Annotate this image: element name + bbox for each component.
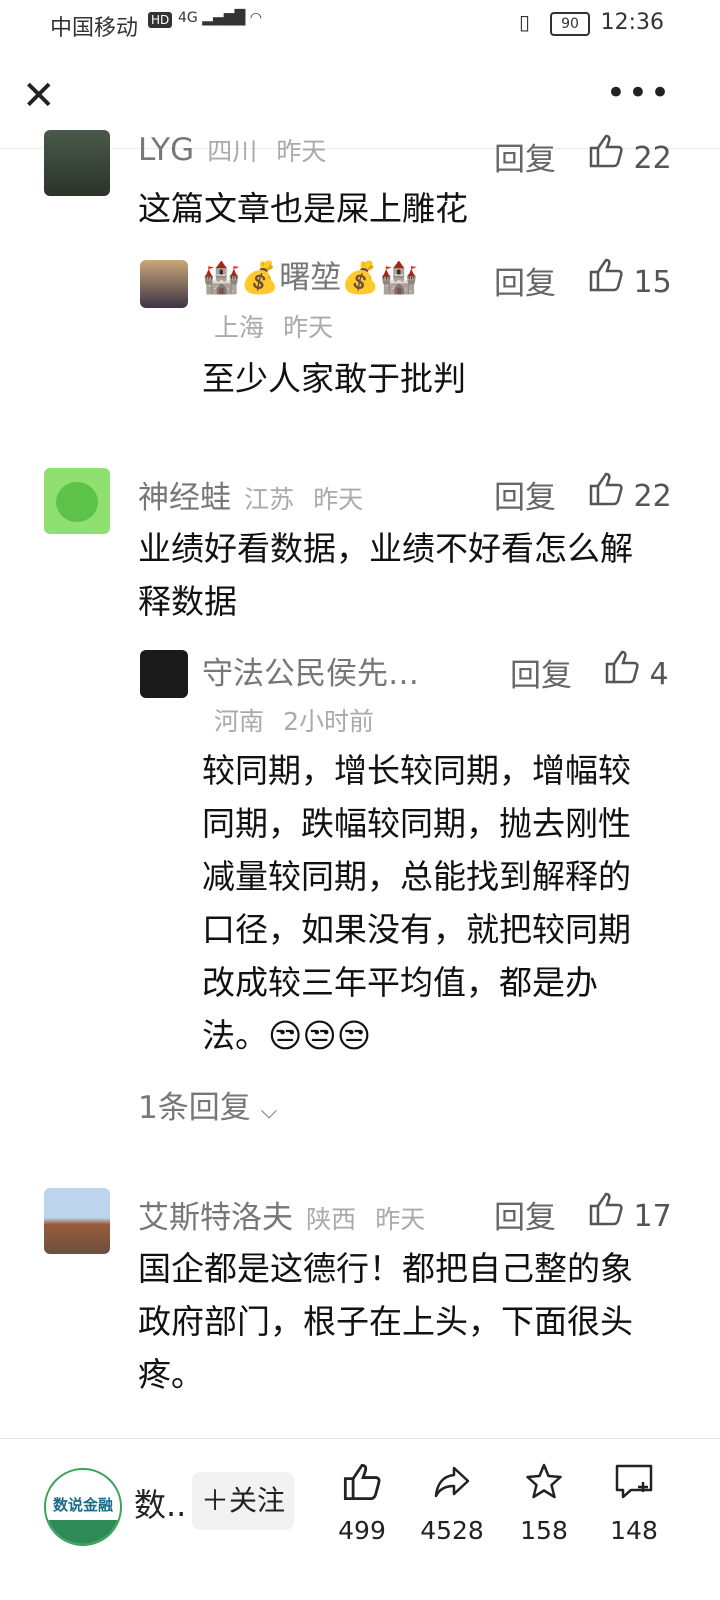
reply-text-line: 口径，如果没有，就把较同期 bbox=[202, 910, 631, 949]
comment-text: 国企都是这德行！都把自己整的象 政府部门，根子在上头，下面很头 疼。 bbox=[138, 1242, 633, 1401]
avatar[interactable] bbox=[44, 468, 110, 534]
like-count: 22 bbox=[633, 141, 672, 176]
reply-text: 较同期，增长较同期，增幅较 同期，跌幅较同期，抛去刚性 减量较同期，总能找到解释… bbox=[202, 744, 631, 1062]
like-button[interactable]: 17 bbox=[588, 1192, 672, 1234]
reply-text-line: 法。😒😒😒 bbox=[202, 1016, 372, 1055]
like-button[interactable]: 4 bbox=[604, 650, 669, 692]
chevron-down-icon: ⌵ bbox=[260, 1099, 278, 1124]
comment-text-line: 释数据 bbox=[138, 582, 237, 621]
more-options-icon[interactable]: ••• bbox=[606, 76, 672, 110]
hd-badge: HD bbox=[148, 12, 173, 28]
status-bar: 中国移动 HD 4G ▂▄▆█ ◠ ▯ 90 12:36 bbox=[0, 0, 720, 50]
comments-button[interactable]: 148 bbox=[594, 1462, 674, 1545]
comment-text-line: 业绩好看数据，业绩不好看怎么解 bbox=[138, 529, 633, 568]
reply-time: 昨天 bbox=[283, 313, 334, 342]
account-name[interactable]: 数.. bbox=[134, 1480, 186, 1526]
favorite-button[interactable]: 158 bbox=[504, 1462, 584, 1545]
share-icon bbox=[434, 1466, 470, 1498]
comment-time: 昨天 bbox=[276, 137, 327, 166]
comment-location: 四川 bbox=[207, 137, 258, 166]
star-icon bbox=[526, 1463, 562, 1499]
like-button[interactable]: 15 bbox=[588, 258, 672, 300]
thumbs-up-icon bbox=[343, 1463, 381, 1501]
comment-text: 这篇文章也是屎上雕花 bbox=[138, 189, 468, 228]
account-logo-text: 数说金融 bbox=[52, 1496, 113, 1514]
reply-meta: 河南 2小时前 bbox=[214, 702, 374, 738]
close-icon[interactable]: ✕ bbox=[22, 72, 62, 120]
reply-text-line: 减量较同期，总能找到解释的 bbox=[202, 857, 631, 896]
share-count: 4528 bbox=[420, 1516, 484, 1545]
favorite-count: 158 bbox=[520, 1516, 568, 1545]
follow-button[interactable]: ＋关注 bbox=[192, 1472, 294, 1530]
comment-text: 业绩好看数据，业绩不好看怎么解 释数据 bbox=[138, 522, 633, 628]
reply-location: 上海 bbox=[214, 313, 265, 342]
reply-text-line: 同期，跌幅较同期，抛去刚性 bbox=[202, 804, 631, 843]
reply-button[interactable]: 回复 bbox=[494, 258, 556, 303]
account-avatar[interactable]: 数说金融 bbox=[44, 1468, 122, 1546]
comment-author[interactable]: LYG bbox=[138, 132, 194, 168]
like-count: 17 bbox=[633, 1199, 672, 1234]
like-button[interactable]: 22 bbox=[588, 472, 672, 514]
like-count: 22 bbox=[633, 479, 672, 514]
like-article-button[interactable]: 499 bbox=[322, 1462, 402, 1545]
thumbs-up-icon bbox=[589, 472, 623, 506]
signal-icon: 4G ▂▄▆█ ◠ bbox=[178, 10, 262, 26]
comment-text-line: 疼。 bbox=[138, 1355, 204, 1394]
reply-location: 河南 bbox=[214, 707, 265, 736]
clock: 12:36 bbox=[600, 10, 664, 35]
vibrate-icon: ▯ bbox=[518, 10, 530, 34]
comment-text-line: 国企都是这德行！都把自己整的象 bbox=[138, 1249, 633, 1288]
reply-author[interactable]: 🏰💰曙堃💰🏰 bbox=[202, 252, 418, 297]
article-like-count: 499 bbox=[338, 1516, 386, 1545]
thumbs-up-icon bbox=[589, 258, 623, 292]
expand-replies-link[interactable]: 1条回复 ⌵ bbox=[138, 1082, 277, 1127]
reply-text: 至少人家敢于批判 bbox=[202, 359, 466, 398]
comment-header: 艾斯特洛夫 陕西 昨天 bbox=[138, 1192, 425, 1237]
comment-location: 江苏 bbox=[244, 485, 295, 514]
like-count: 4 bbox=[649, 657, 669, 692]
reply-author[interactable]: 守法公民侯先… bbox=[202, 648, 419, 693]
share-button[interactable]: 4528 bbox=[412, 1462, 492, 1545]
reply-time: 2小时前 bbox=[283, 707, 375, 736]
reply-button[interactable]: 回复 bbox=[494, 1192, 556, 1237]
thumbs-up-icon bbox=[589, 1192, 623, 1226]
comment-header: LYG 四川 昨天 bbox=[138, 132, 326, 168]
reply-text-line: 较同期，增长较同期，增幅较 bbox=[202, 751, 631, 790]
avatar[interactable] bbox=[140, 260, 188, 308]
reply-button[interactable]: 回复 bbox=[510, 650, 572, 695]
comment-text-line: 政府部门，根子在上头，下面很头 bbox=[138, 1302, 633, 1341]
reply-button[interactable]: 回复 bbox=[494, 472, 556, 517]
reply-meta: 上海 昨天 bbox=[214, 308, 333, 344]
avatar[interactable] bbox=[44, 1188, 110, 1254]
battery-icon: 90 bbox=[550, 12, 590, 36]
comment-author[interactable]: 艾斯特洛夫 bbox=[138, 1200, 293, 1236]
comment-header: 神经蛙 江苏 昨天 bbox=[138, 472, 363, 517]
thumbs-up-icon bbox=[605, 650, 639, 684]
comment-count: 148 bbox=[610, 1516, 658, 1545]
avatar[interactable] bbox=[44, 130, 110, 196]
comment-time: 昨天 bbox=[313, 485, 364, 514]
comment-plus-icon bbox=[615, 1464, 653, 1499]
like-count: 15 bbox=[633, 265, 672, 300]
reply-text-line: 改成较三年平均值，都是办 bbox=[202, 963, 598, 1002]
comment-author[interactable]: 神经蛙 bbox=[138, 480, 231, 516]
comment-time: 昨天 bbox=[375, 1205, 426, 1234]
reply-button[interactable]: 回复 bbox=[494, 134, 556, 179]
thumbs-up-icon bbox=[589, 134, 623, 168]
avatar[interactable] bbox=[140, 650, 188, 698]
carrier-name: 中国移动 bbox=[50, 16, 139, 41]
expand-replies-label: 1条回复 bbox=[138, 1090, 251, 1126]
comment-location: 陕西 bbox=[306, 1205, 357, 1234]
like-button[interactable]: 22 bbox=[588, 134, 672, 176]
bottom-bar-divider bbox=[0, 1438, 720, 1439]
